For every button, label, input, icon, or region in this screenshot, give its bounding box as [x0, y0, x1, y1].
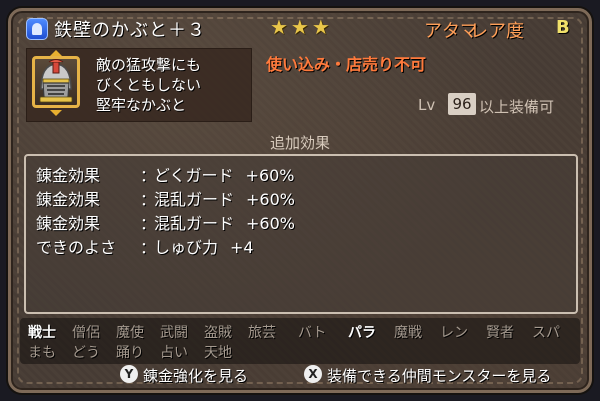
x-button-icon[interactable]: X	[304, 365, 322, 383]
description-line: 敵の猛攻撃にも	[96, 56, 202, 74]
job-label: 魔使	[116, 325, 144, 341]
additional-effects-title: 追加効果	[269, 134, 330, 152]
level-prefix: Lv	[418, 96, 436, 114]
effect-row: 錬金効果 ：混乱ガード +60%	[36, 186, 295, 209]
effect-colon: ：	[140, 166, 157, 185]
effect-row: 錬金効果 ：どくガード +60%	[36, 162, 295, 185]
effect-label: 錬金効果	[36, 214, 101, 233]
job-label: 踊り	[116, 345, 144, 361]
effect-colon: ：	[140, 190, 157, 209]
helmet-type-icon	[26, 18, 48, 40]
effect-colon: ：	[140, 214, 157, 233]
item-description: 敵の猛攻撃にも びくともしない 堅牢なかぶと	[96, 55, 246, 115]
job-label: バト	[298, 325, 327, 341]
rarity-value: B	[556, 17, 570, 38]
job-label: 賢者	[486, 325, 514, 341]
effect-row: できのよさ ：しゅび力 +4	[36, 234, 254, 257]
effect-value: +60%	[246, 214, 295, 233]
job-label: スパ	[532, 325, 560, 341]
job-label: 魔戦	[394, 325, 422, 341]
job-label: どう	[72, 345, 100, 361]
rarity-label: レア度	[470, 21, 524, 42]
effect-label: 錬金効果	[36, 166, 101, 185]
effect-name: どくガード	[154, 166, 234, 185]
job-label: 武闘	[160, 325, 188, 341]
job-label: 旅芸	[248, 325, 276, 341]
job-label: まも	[28, 345, 56, 361]
effect-colon: ：	[140, 238, 157, 257]
view-monster-allies-button[interactable]: 装備できる仲間モンスターを見る	[327, 365, 551, 386]
y-button-icon[interactable]: Y	[120, 365, 138, 383]
helmet-icon	[39, 59, 73, 103]
effect-value: +4	[230, 238, 254, 257]
effect-label: 錬金効果	[36, 190, 101, 209]
star-rating: ★★★	[270, 15, 333, 39]
effect-name: 混乱ガード	[154, 214, 235, 233]
effect-name: しゅび力	[154, 238, 219, 257]
effect-value: +60%	[245, 166, 295, 185]
scroll-up-arrow-icon[interactable]	[50, 50, 62, 56]
level-requirement-text: 以上装備可	[479, 98, 555, 116]
effect-label: できのよさ	[36, 238, 117, 257]
scroll-down-arrow-icon[interactable]	[50, 110, 62, 116]
job-label: 占い	[160, 345, 188, 361]
job-label: 戦士	[28, 325, 56, 341]
job-label: 僧侶	[72, 325, 100, 341]
job-label: パラ	[348, 325, 376, 341]
view-alchemy-button[interactable]: 錬金強化を見る	[143, 365, 248, 386]
job-label: 盗賊	[204, 325, 232, 341]
required-level: 96	[448, 93, 476, 115]
effect-value: +60%	[246, 190, 295, 209]
effect-row: 錬金効果 ：混乱ガード +60%	[36, 210, 295, 233]
description-line: 堅牢なかぶと	[96, 96, 187, 114]
description-line: びくともしない	[96, 76, 202, 94]
job-label: レン	[440, 325, 468, 341]
effect-name: 混乱ガード	[154, 190, 235, 209]
trade-warning: 使い込み・店売り不可	[266, 55, 427, 74]
job-label: 天地	[204, 345, 232, 361]
item-name: 鉄壁のかぶと＋３	[54, 20, 206, 41]
